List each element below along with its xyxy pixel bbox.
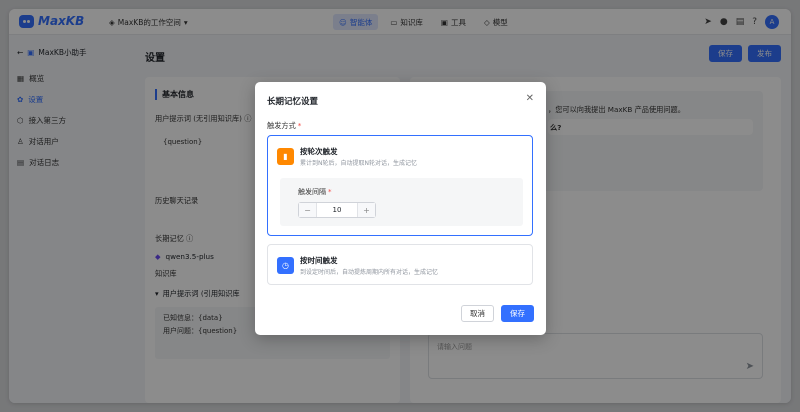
option-title: 按时间触发 <box>300 256 338 265</box>
rounds-icon: ▮ <box>277 148 294 165</box>
close-icon[interactable]: ✕ <box>526 93 534 104</box>
cancel-button[interactable]: 取消 <box>461 305 494 322</box>
option-title: 按轮次触发 <box>300 147 338 156</box>
increment-button[interactable]: + <box>358 203 375 217</box>
interval-box: 触发间隔 * − 10 + <box>280 178 523 226</box>
interval-stepper: − 10 + <box>298 202 376 218</box>
decrement-button[interactable]: − <box>299 203 316 217</box>
trigger-label: 触发方式 * <box>267 121 301 131</box>
required-mark: * <box>328 188 332 196</box>
trigger-label-text: 触发方式 <box>267 121 296 130</box>
required-mark: * <box>297 121 302 130</box>
option-desc: 累计到N轮后，自动提取N轮对话，生成记忆 <box>300 160 417 167</box>
clock-icon: ◷ <box>277 257 294 274</box>
interval-label: 触发间隔 * <box>298 187 332 197</box>
dialog-save-button[interactable]: 保存 <box>501 305 534 322</box>
trigger-option-by-time[interactable]: ◷ 按时间触发 到设定时间后，自动提炼周期内所有对话，生成记忆 <box>267 244 533 285</box>
interval-value[interactable]: 10 <box>316 203 358 217</box>
dialog-title: 长期记忆设置 <box>267 97 319 107</box>
trigger-option-by-rounds[interactable]: ▮ 按轮次触发 累计到N轮后，自动提取N轮对话，生成记忆 触发间隔 * − 10 … <box>267 135 533 236</box>
long-memory-dialog: 长期记忆设置 ✕ 触发方式 * ▮ 按轮次触发 累计到N轮后，自动提取N轮对话，生… <box>255 82 546 335</box>
option-desc: 到设定时间后，自动提炼周期内所有对话，生成记忆 <box>300 269 439 276</box>
interval-label-text: 触发间隔 <box>298 188 326 196</box>
dialog-footer: 取消 保存 <box>461 305 534 322</box>
